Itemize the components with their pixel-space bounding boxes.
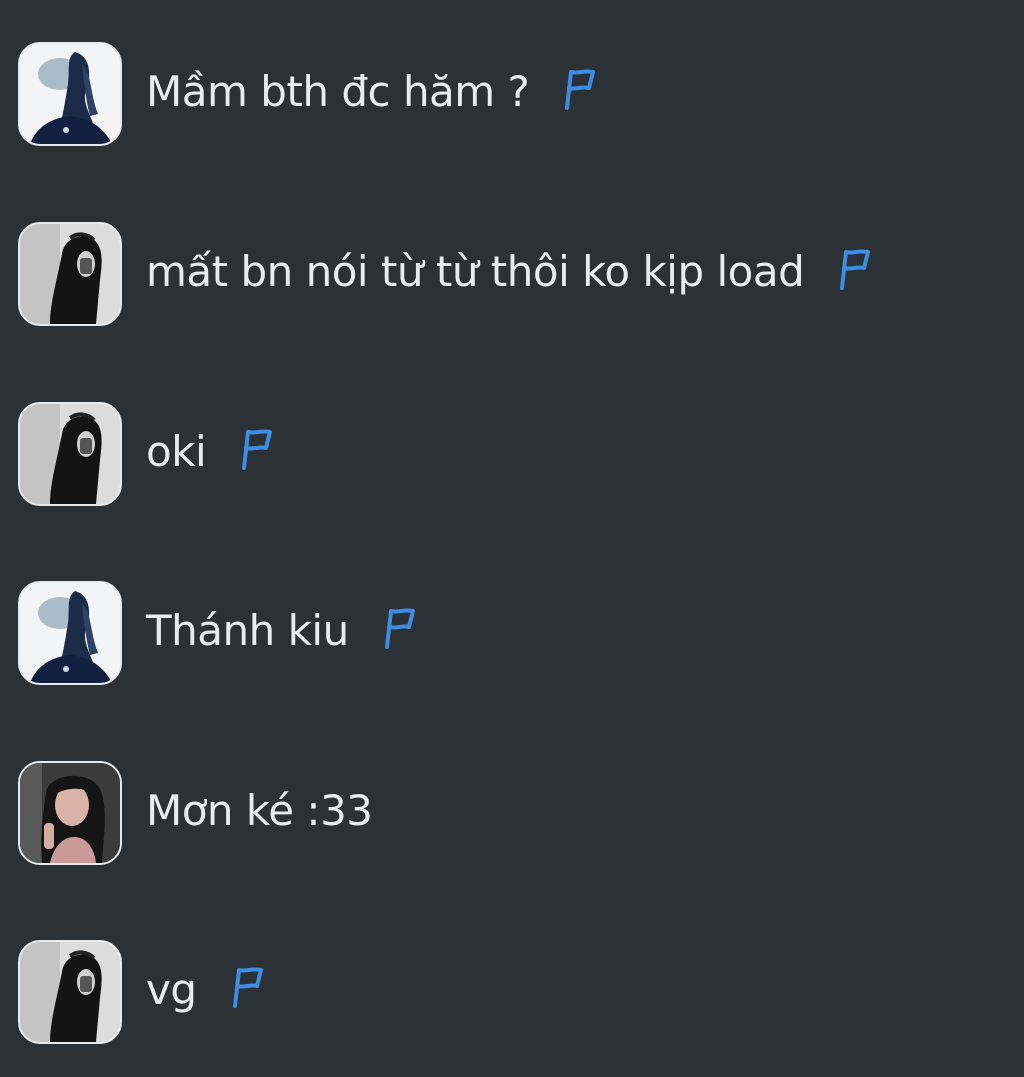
report-flag-icon[interactable] bbox=[559, 68, 597, 110]
message-row: mất bn nói từ từ thôi ko kịp load bbox=[0, 222, 1024, 330]
message-text: Mơn ké :33 bbox=[146, 785, 373, 837]
message-list: Mầm bth đc hăm ? mất bn nói từ từ thôi k… bbox=[0, 0, 1024, 1077]
avatar[interactable] bbox=[18, 940, 122, 1044]
avatar-girl-bw-icon bbox=[20, 404, 120, 504]
message-body: mất bn nói từ từ thôi ko kịp load bbox=[146, 247, 805, 296]
message-row: Thánh kiu bbox=[0, 581, 1024, 689]
message-row: Mầm bth đc hăm ? bbox=[0, 42, 1024, 150]
message-body: Thánh kiu bbox=[146, 606, 349, 655]
message-row: oki bbox=[0, 402, 1024, 510]
avatar[interactable] bbox=[18, 222, 122, 326]
message-body: oki bbox=[146, 427, 207, 476]
message-text: oki bbox=[146, 426, 274, 478]
message-text: mất bn nói từ từ thôi ko kịp load bbox=[146, 246, 872, 298]
message-body: Mơn ké :33 bbox=[146, 786, 373, 835]
message-row: vg bbox=[0, 940, 1024, 1048]
avatar-blue-silhouette-icon bbox=[20, 44, 120, 144]
avatar-girl-bw-icon bbox=[20, 224, 120, 324]
message-body: Mầm bth đc hăm ? bbox=[146, 67, 530, 116]
avatar[interactable] bbox=[18, 761, 122, 865]
message-body: vg bbox=[146, 965, 197, 1014]
message-text: vg bbox=[146, 964, 265, 1016]
report-flag-icon[interactable] bbox=[227, 966, 265, 1008]
avatar[interactable] bbox=[18, 402, 122, 506]
message-text: Thánh kiu bbox=[146, 605, 417, 657]
avatar-girl-color-icon bbox=[20, 763, 120, 863]
report-flag-icon[interactable] bbox=[834, 248, 872, 290]
report-flag-icon[interactable] bbox=[379, 607, 417, 649]
avatar-girl-bw-icon bbox=[20, 942, 120, 1042]
avatar[interactable] bbox=[18, 42, 122, 146]
message-text: Mầm bth đc hăm ? bbox=[146, 66, 597, 118]
avatar-blue-silhouette-icon bbox=[20, 583, 120, 683]
message-row: Mơn ké :33 bbox=[0, 761, 1024, 869]
report-flag-icon[interactable] bbox=[236, 428, 274, 470]
avatar[interactable] bbox=[18, 581, 122, 685]
